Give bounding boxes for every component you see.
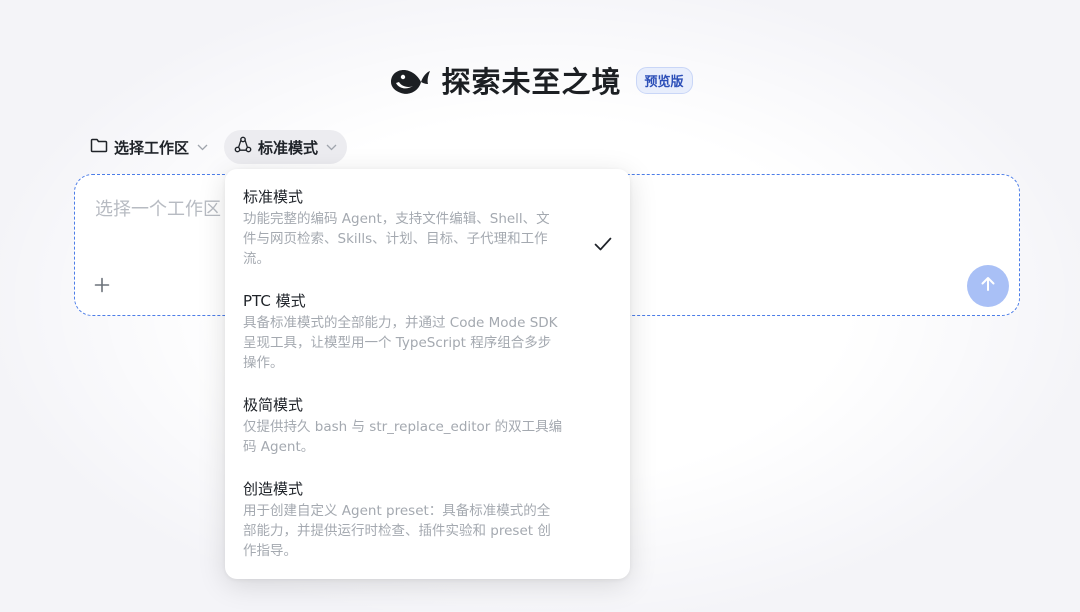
mode-option-description: 具备标准模式的全部能力，并通过 Code Mode SDK 呈现工具，让模型用一… (243, 313, 583, 373)
mode-option-standard[interactable]: 标准模式 功能完整的编码 Agent，支持文件编辑、Shell、文 件与网页检索… (225, 185, 630, 269)
mode-dropdown-menu: 标准模式 功能完整的编码 Agent，支持文件编辑、Shell、文 件与网页检索… (225, 169, 630, 579)
mode-desc-line: 呈现工具，让模型用一个 TypeScript 程序组合多步 (243, 335, 552, 351)
mode-option-ptc[interactable]: PTC 模式 具备标准模式的全部能力，并通过 Code Mode SDK 呈现工… (225, 289, 630, 373)
page-title: 探索未至之境 (441, 65, 622, 99)
mode-desc-line: 功能完整的编码 Agent，支持文件编辑、Shell、文 (243, 211, 550, 227)
mode-desc-line: 流。 (243, 251, 270, 267)
chevron-down-icon (197, 141, 208, 154)
mode-option-description: 功能完整的编码 Agent，支持文件编辑、Shell、文 件与网页检索、Skil… (243, 209, 583, 269)
hero-header: 探索未至之境 预览版 (0, 58, 1080, 102)
plus-icon (94, 276, 110, 298)
mode-selector-button[interactable]: 标准模式 (224, 130, 348, 164)
send-button[interactable] (967, 265, 1009, 307)
mode-desc-line: 件与网页检索、Skills、计划、目标、子代理和工作 (243, 231, 548, 247)
mode-desc-line: 码 Agent。 (243, 439, 315, 455)
arrow-up-icon (978, 274, 998, 298)
mode-desc-line: 作指导。 (243, 543, 297, 559)
workspace-selector-label: 选择工作区 (114, 138, 190, 157)
page: 探索未至之境 预览版 选择工作区 标准模式 选择一个工作区 标准模式 功能完整的… (0, 0, 1080, 612)
mode-desc-line: 部能力，并提供运行时检查、插件实验和 preset 创 (243, 523, 551, 539)
workspace-selector-button[interactable]: 选择工作区 (80, 130, 218, 164)
mode-cycle-icon (234, 136, 252, 158)
mode-option-name: 标准模式 (243, 188, 304, 206)
mode-selector-label: 标准模式 (258, 138, 319, 157)
folder-icon (90, 137, 108, 157)
prompt-placeholder: 选择一个工作区 (95, 199, 221, 220)
mode-option-description: 仅提供持久 bash 与 str_replace_editor 的双工具编 码 … (243, 417, 583, 457)
preview-badge: 预览版 (635, 66, 693, 94)
check-icon (592, 233, 614, 255)
mode-option-name: PTC 模式 (243, 292, 306, 310)
input-toolbar: 选择工作区 标准模式 (80, 130, 348, 164)
mode-desc-line: 具备标准模式的全部能力，并通过 Code Mode SDK (243, 315, 558, 331)
mode-option-description: 用于创建自定义 Agent preset：具备标准模式的全 部能力，并提供运行时… (243, 501, 583, 561)
mode-option-name: 极简模式 (243, 396, 304, 414)
mode-option-name: 创造模式 (243, 480, 304, 498)
chevron-down-icon (326, 141, 337, 154)
mode-desc-line: 仅提供持久 bash 与 str_replace_editor 的双工具编 (243, 419, 563, 435)
mode-desc-line: 操作。 (243, 355, 284, 371)
mode-option-minimal[interactable]: 极简模式 仅提供持久 bash 与 str_replace_editor 的双工… (225, 393, 630, 457)
mode-option-creator[interactable]: 创造模式 用于创建自定义 Agent preset：具备标准模式的全 部能力，并… (225, 477, 630, 561)
add-attachment-button[interactable] (87, 272, 117, 302)
whale-logo-icon (387, 58, 431, 102)
mode-desc-line: 用于创建自定义 Agent preset：具备标准模式的全 (243, 503, 551, 519)
